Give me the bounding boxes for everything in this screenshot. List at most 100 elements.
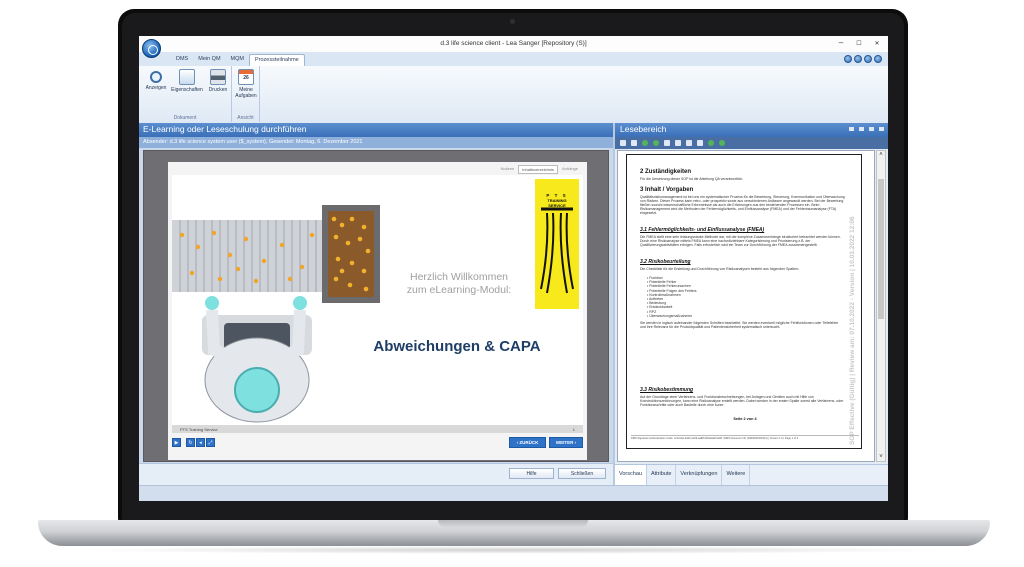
group-caption-ansicht: Ansicht [237,115,254,121]
window-title: d.3 life science client - Lea Sanger [Re… [440,40,587,47]
document-page: 2 Zuständigkeiten Für die Umsetzung dies… [626,154,862,449]
viewer-scrollbar[interactable]: ˄ ˅ [876,150,886,462]
course-tabs: Notizen Inhaltsverzeichnis Anhänge [498,165,581,174]
save-icon[interactable] [620,140,626,146]
exit-icon[interactable] [874,55,882,63]
section-text: Die FMEA stellt eine sehr leistungsstark… [640,235,841,247]
magnifier-icon [150,71,162,83]
course-tab-anhaenge[interactable]: Anhänge [559,165,581,174]
section-heading: 3.2 Risikobeurteilung [640,259,691,265]
section-heading: 3 Inhalt / Vorgaben [640,187,694,193]
task-panel-title: E-Learning oder Leseschulung durchführen [139,123,613,137]
reading-panel-header: Lesebereich [615,123,888,137]
bullet-list: • Funktion • Potentielle Fehler • Potent… [647,276,696,318]
elearning-player: Notizen Inhaltsverzeichnis Anhänge Herzl… [143,150,609,462]
ribbon-help-icons [844,55,882,63]
section-heading: 3.1 Fehlermöglichkeits- und Einflussanal… [640,227,765,233]
section-heading: 2 Zuständigkeiten [640,169,692,175]
minimize-button[interactable]: – [832,38,850,47]
rotate-right-icon[interactable] [719,140,725,146]
print-icon[interactable] [631,140,637,146]
eigenschaften-label: Eigenschaften [171,87,203,93]
maximize-button[interactable]: ☐ [850,40,868,47]
section-heading: 3.3 Risikobestimmung [640,387,694,393]
calendar-icon: 26 [238,69,254,85]
scroll-up-icon[interactable]: ˄ [877,151,885,159]
app-window: d.3 life science client - Lea Sanger [Re… [139,36,888,501]
course-tab-notizen[interactable]: Notizen [498,165,518,174]
status-bar [139,485,888,501]
panel-close-icon[interactable] [879,127,884,131]
panel-minimize-icon[interactable] [849,127,854,131]
tab-mein-qm[interactable]: Mein QM [193,54,225,66]
app-menu-orb-icon[interactable] [142,39,161,58]
section-text: Für die Umsetzung dieser SOP ist die Abt… [640,177,744,181]
lab-worker-illustration [172,205,380,423]
drucken-label: Drucken [208,87,228,93]
close-button[interactable]: Schließen [558,468,606,479]
anzeigen-button[interactable]: Anzeigen [143,69,169,91]
laptop-mockup: d.3 life science client - Lea Sanger [Re… [0,0,1024,567]
tab-mqm[interactable]: MQM [226,54,249,66]
page-up-icon[interactable] [642,140,648,146]
task-panel: E-Learning oder Leseschulung durchführen… [139,123,613,485]
eigenschaften-button[interactable]: Eigenschaften [169,69,205,93]
play-button[interactable]: ▶ [172,438,181,447]
replay-icon[interactable]: ↻ [186,438,195,447]
tab-prozessteilnahme[interactable]: Prozessteilnahme [249,54,305,66]
window-titlebar: d.3 life science client - Lea Sanger [Re… [139,36,888,52]
help-button[interactable]: Hilfe [509,468,554,479]
slide-footer-text: PTS Training Service [180,427,218,432]
laptop-base-notch [438,520,588,527]
zoom-out-icon[interactable] [697,140,703,146]
document-viewer[interactable]: 2 Zuständigkeiten Für die Umsetzung dies… [617,150,875,462]
reading-panel: Lesebereich 2 Zuständigkeiten Für die Um… [615,123,888,485]
printer-icon [210,69,226,85]
meine-aufgaben-button[interactable]: 26 Meine Aufgaben [233,69,259,99]
tab-vorschau[interactable]: Vorschau [615,465,647,485]
ribbon-body: Anzeigen Eigenschaften Drucken Dokument … [139,66,888,122]
back-button[interactable]: ‹ ZURÜCK [509,437,546,448]
document-watermark: SOP Effective (Gültig) | Review am: 07.1… [849,216,856,445]
help-icon[interactable] [844,55,852,63]
panel-restore-icon[interactable] [859,127,864,131]
properties-icon [179,69,195,85]
list-item: • Überwachungsmaßnahmen [647,313,693,318]
viewer-toolbar [615,137,888,149]
ribbon-tabs: DMS Mein QM MQM Prozessteilnahme [171,54,305,66]
volume-icon[interactable]: ◂ [196,438,205,447]
tab-attribute[interactable]: Attribute [647,465,677,485]
fullscreen-icon[interactable]: ⤢ [206,438,215,447]
drucken-button[interactable]: Drucken [206,69,230,93]
close-window-button[interactable]: ✕ [868,40,886,47]
scrollbar-thumb[interactable] [878,179,884,319]
rotate-left-icon[interactable] [708,140,714,146]
webcam [510,19,515,24]
fit-width-icon[interactable] [675,140,681,146]
slide-number: 1 [572,427,575,432]
info-icon[interactable] [854,55,862,63]
laptop-shadow [80,546,950,554]
task-sender-info: Absender: d.3 life science system user (… [139,137,613,148]
settings-icon[interactable] [864,55,872,63]
tab-verknuepfungen[interactable]: Verknüpfungen [676,465,723,485]
welcome-line-2: zum eLearning-Modul: [406,284,512,296]
reading-panel-tabs: Vorschau Attribute Verknüpfungen Weitere [615,464,888,485]
zoom-in-icon[interactable] [686,140,692,146]
ribbon: DMS Mein QM MQM Prozessteilnahme Anzeige… [139,52,888,122]
ribbon-group-ansicht: 26 Meine Aufgaben Ansicht [232,66,260,122]
tab-dms[interactable]: DMS [171,54,193,66]
pts-logo: P T S TRAINING SERVICE [535,179,579,309]
fit-page-icon[interactable] [664,140,670,146]
tab-weitere[interactable]: Weitere [722,465,751,485]
welcome-line-1: Herzlich Willkommen [409,271,508,283]
course-tab-inhaltsverzeichnis[interactable]: Inhaltsverzeichnis [518,165,558,174]
scroll-down-icon[interactable]: ˅ [877,453,885,461]
next-button[interactable]: WEITER › [549,437,583,448]
page-footer: DMS Signature Authentication Code: a712c… [631,435,859,440]
section-text: Sie werden in logisch aufeinander folgen… [640,321,839,329]
anzeigen-label: Anzeigen [145,85,167,91]
page-down-icon[interactable] [653,140,659,146]
panel-maximize-icon[interactable] [869,127,874,131]
course-title: Abweichungen & CAPA [373,338,541,355]
